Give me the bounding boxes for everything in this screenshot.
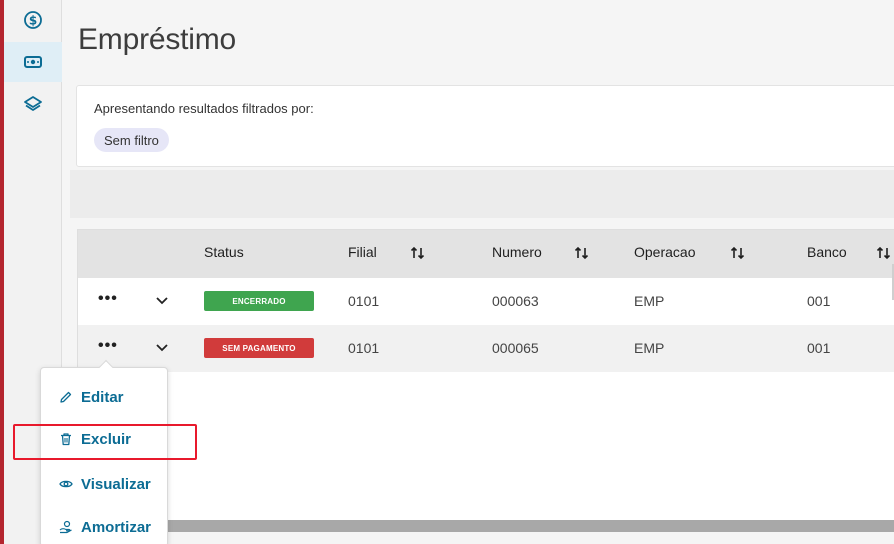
cell-numero: 000065 xyxy=(492,340,539,356)
sidebar-item-loan[interactable] xyxy=(4,42,62,82)
table-row[interactable]: ••• ENCERRADO 0101 000063 EMP 001 xyxy=(78,278,894,325)
money-bill-icon xyxy=(24,56,42,68)
data-table: Status Filial Numero Operacao Banco ••• … xyxy=(77,229,894,529)
cell-banco: 001 xyxy=(807,340,831,356)
main-content: Empréstimo Apresentando resultados filtr… xyxy=(62,0,894,544)
column-header-numero[interactable]: Numero xyxy=(492,244,542,260)
menu-item-amortizar[interactable]: Amortizar xyxy=(41,506,167,544)
menu-item-label: Amortizar xyxy=(81,518,152,536)
status-badge: SEM PAGAMENTO xyxy=(204,338,314,358)
svg-text:$: $ xyxy=(29,14,37,28)
sort-icon[interactable] xyxy=(410,246,426,260)
row-actions-icon[interactable]: ••• xyxy=(98,338,118,354)
menu-item-label: Editar xyxy=(81,388,124,406)
hand-coin-icon xyxy=(59,520,72,534)
cell-filial: 0101 xyxy=(348,340,380,356)
chevron-down-icon[interactable] xyxy=(156,296,168,306)
menu-item-editar[interactable]: Editar xyxy=(41,376,167,418)
sort-icon[interactable] xyxy=(730,246,746,260)
cell-numero: 000063 xyxy=(492,293,539,309)
column-header-banco[interactable]: Banco xyxy=(807,244,847,260)
column-header-operacao[interactable]: Operacao xyxy=(634,244,695,260)
cell-banco: 001 xyxy=(807,293,831,309)
menu-item-label: Visualizar xyxy=(81,475,151,493)
table-row[interactable]: ••• SEM PAGAMENTO 0101 000065 EMP 001 xyxy=(78,325,894,372)
cell-filial: 0101 xyxy=(348,293,380,309)
layers-icon xyxy=(24,96,42,111)
filter-chip[interactable]: Sem filtro xyxy=(94,128,169,152)
row-actions-icon[interactable]: ••• xyxy=(98,291,118,307)
filter-label: Apresentando resultados filtrados por: xyxy=(94,101,314,116)
dollar-circle-icon: $ xyxy=(24,11,42,29)
eye-icon xyxy=(59,480,73,488)
column-header-status: Status xyxy=(204,244,244,260)
sort-icon[interactable] xyxy=(574,246,590,260)
menu-item-visualizar[interactable]: Visualizar xyxy=(41,463,167,505)
highlight-box xyxy=(13,424,197,460)
sidebar-item-layers[interactable] xyxy=(4,84,62,124)
column-header-filial[interactable]: Filial xyxy=(348,244,377,260)
filter-card: Apresentando resultados filtrados por: S… xyxy=(76,85,894,167)
sort-icon[interactable] xyxy=(876,246,892,260)
table-header: Status Filial Numero Operacao Banco xyxy=(78,230,894,278)
toolbar-area xyxy=(70,170,894,218)
horizontal-scrollbar[interactable] xyxy=(154,520,894,532)
cell-operacao: EMP xyxy=(634,340,665,356)
page-title: Empréstimo xyxy=(78,23,237,56)
cell-operacao: EMP xyxy=(634,293,665,309)
status-badge: ENCERRADO xyxy=(204,291,314,311)
pencil-icon xyxy=(60,391,72,403)
chevron-down-icon[interactable] xyxy=(156,343,168,353)
sidebar-item-finance[interactable]: $ xyxy=(4,0,62,40)
